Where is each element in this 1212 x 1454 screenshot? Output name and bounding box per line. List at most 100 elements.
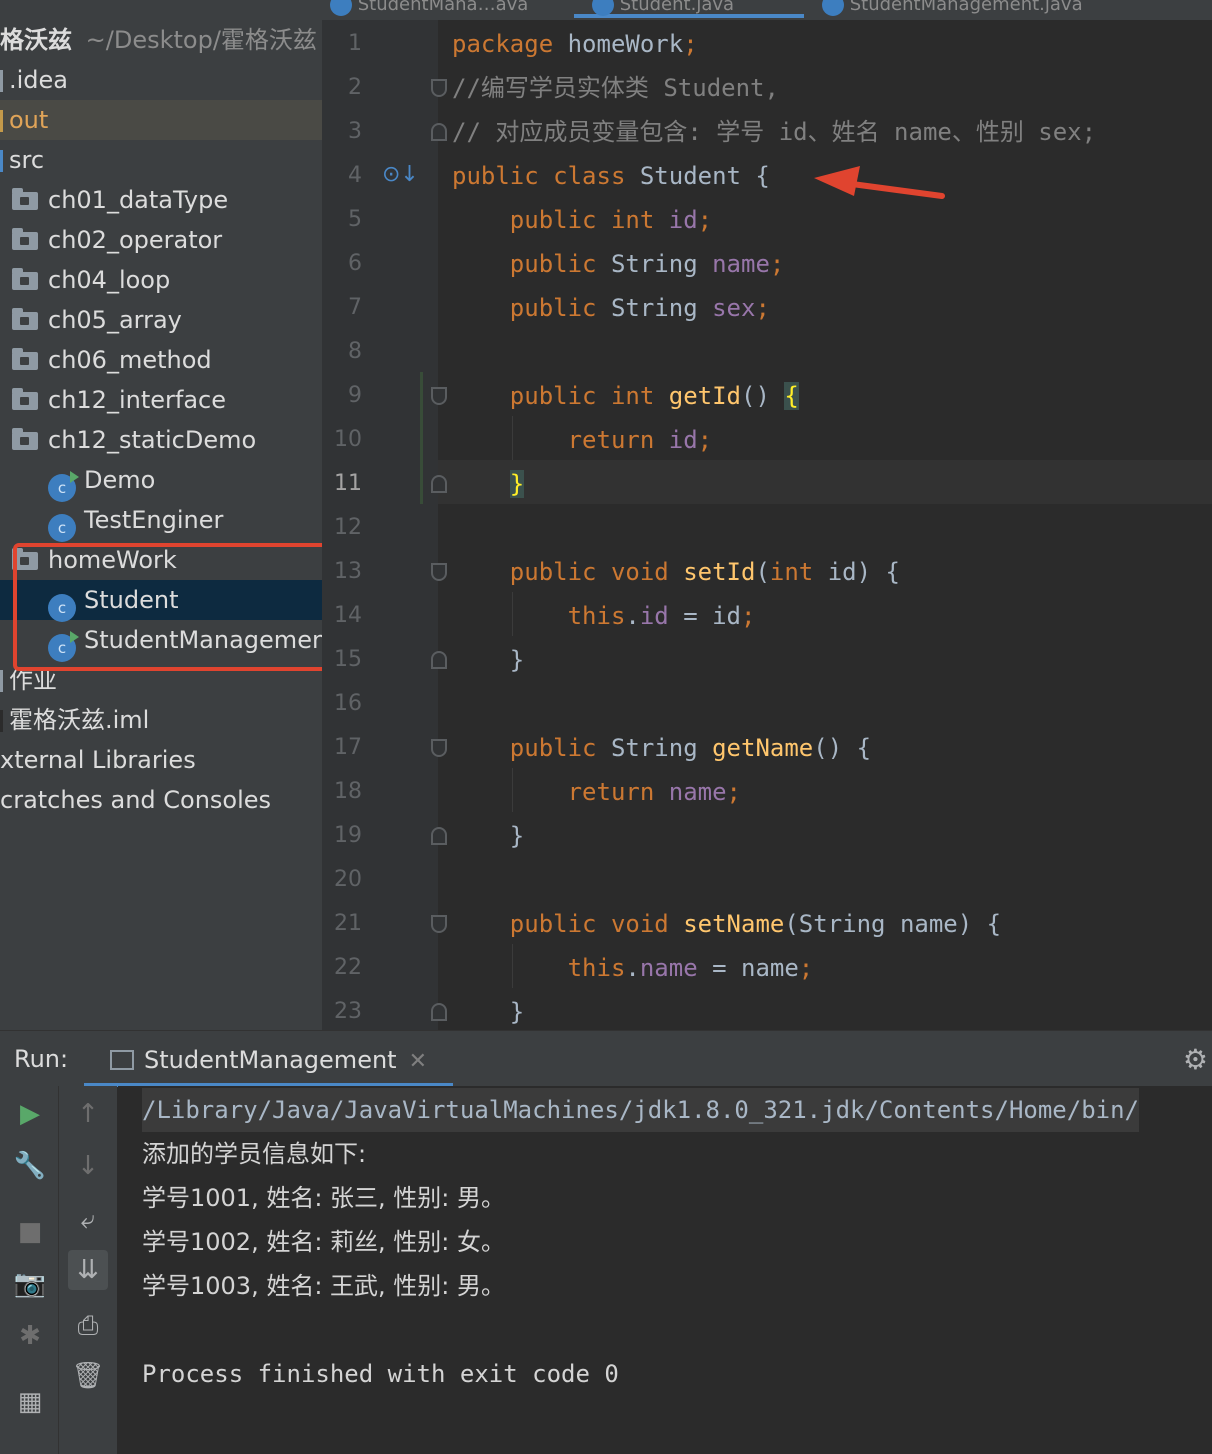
stop-icon[interactable]: ■ (10, 1212, 50, 1252)
tree-item-iml[interactable]: 霍格沃兹.iml (0, 700, 322, 740)
code-line-3: // 对应成员变量包含: 学号 id、姓名 name、性别 sex; (452, 118, 1097, 146)
tree-item-src[interactable]: src (0, 140, 322, 180)
code-line-2: //编写学员实体类 Student, (452, 74, 779, 102)
fold-marker[interactable] (431, 79, 447, 97)
line-number: 17 (334, 735, 362, 760)
down-arrow-icon[interactable]: ↓ (68, 1146, 108, 1186)
line-number: 22 (334, 955, 362, 980)
fold-marker[interactable] (431, 651, 447, 669)
code-line-13: public void setId(int id) { (509, 558, 900, 586)
line-number-current: 11 (334, 471, 362, 496)
run-tab-studentmanagement[interactable]: StudentManagement ✕ (84, 1031, 454, 1087)
package-icon (12, 188, 38, 210)
line-number: 5 (348, 207, 362, 232)
tree-item-ch01[interactable]: ch01_dataType (0, 180, 322, 220)
tab-studentmanagement-java[interactable]: StudentManagement.java (822, 0, 1083, 16)
soft-wrap-icon[interactable]: ⤶ (68, 1200, 108, 1240)
line-number: 9 (348, 383, 362, 408)
code-line-6: public String name; (509, 250, 785, 278)
trash-icon[interactable]: 🗑 (68, 1356, 108, 1396)
tree-item-out[interactable]: out (0, 100, 322, 140)
up-arrow-icon[interactable]: ↑ (68, 1094, 108, 1134)
tree-item-ch04[interactable]: ch04_loop (0, 260, 322, 300)
tree-item-testenginer[interactable]: c TestEnginer (0, 500, 322, 542)
run-toolwindow-header: Run: StudentManagement ✕ ⚙ (0, 1030, 1212, 1087)
package-icon (12, 428, 38, 450)
line-number: 1 (348, 31, 362, 56)
scroll-to-end-icon[interactable]: ⇊ (68, 1250, 108, 1290)
camera-icon[interactable]: 📷 (10, 1264, 50, 1304)
debug-icon[interactable]: ✱ (10, 1316, 50, 1356)
code-line-14: this.id = id; (567, 602, 756, 630)
tree-item-external-libraries[interactable]: xternal Libraries (0, 740, 322, 780)
class-icon (592, 0, 614, 16)
fold-marker[interactable] (431, 739, 447, 757)
tree-item-ch12-staticdemo[interactable]: ch12_staticDemo (0, 420, 322, 460)
wrench-icon[interactable]: 🔧 (10, 1146, 50, 1186)
tab-student-java[interactable]: Student.java (574, 0, 804, 18)
line-number: 15 (334, 647, 362, 672)
folder-icon (0, 150, 3, 172)
line-number: 14 (334, 603, 362, 628)
annotation-highlight-box (13, 543, 331, 671)
gear-icon[interactable]: ⚙ (1183, 1043, 1208, 1076)
run-console[interactable]: /Library/Java/JavaVirtualMachines/jdk1.8… (118, 1086, 1212, 1454)
tree-item-ch05[interactable]: ch05_array (0, 300, 322, 340)
line-number: 7 (348, 295, 362, 320)
annotation-arrow (814, 166, 945, 199)
class-icon (330, 0, 352, 16)
fold-marker[interactable] (431, 475, 447, 493)
folder-icon (0, 110, 3, 132)
fold-marker[interactable] (431, 387, 447, 405)
rerun-icon[interactable]: ▶ (10, 1094, 50, 1134)
line-number: 13 (334, 559, 362, 584)
fold-marker[interactable] (431, 563, 447, 581)
line-number: 20 (334, 867, 362, 892)
code-line-11: } (509, 470, 525, 498)
editor-tabs-bar: StudentMana…ava Student.java StudentMana… (0, 0, 1212, 20)
tab-studentmana[interactable]: StudentMana…ava (330, 0, 528, 16)
line-number: 18 (334, 779, 362, 804)
line-number: 23 (334, 999, 362, 1024)
project-tree: 格沃兹 ~/Desktop/霍格沃兹 .idea out src ch01_da… (0, 20, 322, 1030)
code-line-19: } (452, 822, 525, 850)
tree-root[interactable]: 格沃兹 ~/Desktop/霍格沃兹 (0, 20, 322, 60)
implemented-icon[interactable]: ⊙↓ (382, 161, 419, 189)
console-line: 学号1002, 姓名: 莉丝, 性别: 女。 (142, 1228, 506, 1256)
code-line-17: public String getName() { (509, 734, 872, 762)
run-toolbar-right: ↑ ↓ ⤶ ⇊ ⎙ 🗑 (58, 1086, 117, 1454)
tree-item-ch12-interface[interactable]: ch12_interface (0, 380, 322, 420)
line-number: 6 (348, 251, 362, 276)
tree-item-scratches[interactable]: cratches and Consoles (0, 780, 322, 820)
current-line-highlight (438, 460, 1212, 504)
console-line-exit: Process finished with exit code 0 (142, 1360, 619, 1388)
run-label: Run: (14, 1045, 69, 1073)
tree-item-ch06[interactable]: ch06_method (0, 340, 322, 380)
line-number: 2 (348, 75, 362, 100)
print-icon[interactable]: ⎙ (68, 1306, 108, 1346)
fold-marker[interactable] (431, 827, 447, 845)
tree-item-ch02[interactable]: ch02_operator (0, 220, 322, 260)
folder-icon (0, 70, 3, 92)
fold-marker[interactable] (431, 123, 447, 141)
line-number: 21 (334, 911, 362, 936)
tree-item-demo[interactable]: c Demo (0, 460, 322, 502)
code-line-1: package homeWork; (452, 30, 698, 58)
console-line: 学号1001, 姓名: 张三, 性别: 男。 (142, 1184, 506, 1212)
package-icon (12, 388, 38, 410)
line-number: 10 (334, 427, 362, 452)
tree-item-idea[interactable]: .idea (0, 60, 322, 100)
code-line-23: } (452, 998, 525, 1026)
layout-icon[interactable]: ▦ (10, 1382, 50, 1422)
module-file-icon (0, 710, 3, 732)
console-line-command: /Library/Java/JavaVirtualMachines/jdk1.8… (142, 1088, 1139, 1132)
vcs-change-marker (420, 372, 423, 504)
console-icon (110, 1050, 134, 1070)
code-line-10: return id; (567, 426, 713, 454)
fold-marker[interactable] (431, 1003, 447, 1021)
fold-marker[interactable] (431, 915, 447, 933)
code-line-21: public void setName(String name) { (509, 910, 1002, 938)
code-line-15: } (452, 646, 525, 674)
close-icon[interactable]: ✕ (409, 1049, 427, 1074)
console-line: 添加的学员信息如下: (142, 1140, 367, 1168)
